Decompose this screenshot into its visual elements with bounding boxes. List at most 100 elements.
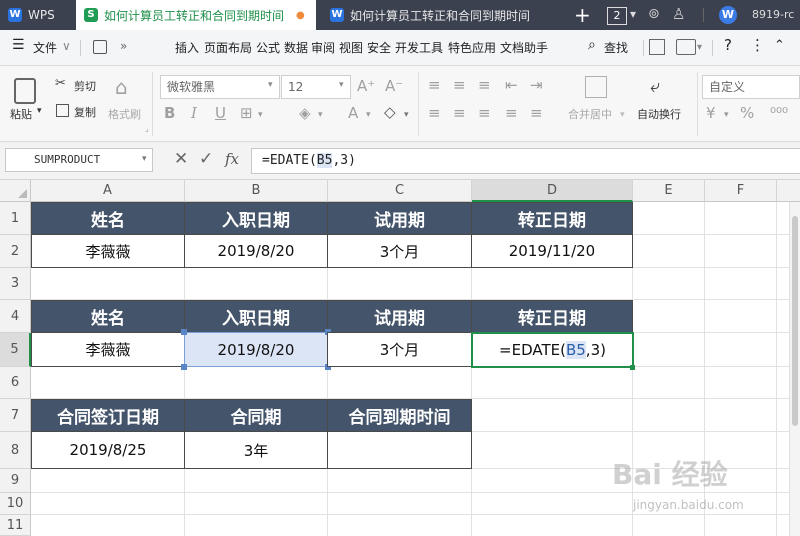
- table2-header-name[interactable]: 姓名: [31, 300, 185, 333]
- borders-icon[interactable]: ⊞: [240, 104, 253, 122]
- row-header-7[interactable]: 7: [0, 399, 31, 432]
- column-header-a[interactable]: A: [31, 180, 185, 202]
- paste-icon[interactable]: [14, 78, 36, 104]
- copy-icon[interactable]: [56, 104, 69, 117]
- copy-button[interactable]: 复制: [74, 104, 96, 120]
- dialog-launcher-icon[interactable]: ⌟: [145, 124, 149, 133]
- justify-icon[interactable]: ≡: [505, 104, 518, 122]
- chevron-down-icon[interactable]: ▾: [258, 110, 263, 120]
- insert-function-icon[interactable]: fx: [225, 150, 239, 168]
- column-header-b[interactable]: B: [185, 180, 328, 202]
- format-painter-button[interactable]: 格式刷: [108, 106, 141, 122]
- tab-data[interactable]: 数据: [284, 39, 308, 56]
- merge-center-icon[interactable]: [585, 76, 607, 98]
- cloud-icon[interactable]: ⊚: [648, 6, 660, 22]
- fill-color-icon[interactable]: ◈: [299, 104, 311, 122]
- chevron-down-icon[interactable]: ▾: [142, 154, 147, 164]
- search-icon[interactable]: ⌕: [588, 37, 596, 53]
- column-header-c[interactable]: C: [328, 180, 472, 202]
- column-header-g[interactable]: [777, 180, 800, 202]
- thousands-icon[interactable]: ⁰⁰⁰: [770, 104, 788, 122]
- wrap-text-icon[interactable]: ⤶: [650, 76, 660, 97]
- percent-icon[interactable]: %: [740, 104, 754, 122]
- row-header-3[interactable]: 3: [0, 268, 31, 300]
- select-all-corner[interactable]: [0, 180, 31, 202]
- ref-handle[interactable]: [181, 364, 187, 370]
- column-header-e[interactable]: E: [633, 180, 705, 202]
- fill-handle[interactable]: [630, 365, 635, 370]
- ref-handle[interactable]: [181, 329, 187, 335]
- table3-header-term[interactable]: 合同期: [184, 399, 328, 432]
- chevron-down-icon[interactable]: ▾: [37, 106, 42, 116]
- tab-document-2[interactable]: W 如何计算员工转正和合同到期时间: [322, 0, 562, 30]
- column-header-d[interactable]: D: [472, 180, 633, 202]
- table2-header-probation[interactable]: 试用期: [327, 300, 472, 333]
- underline-icon[interactable]: U: [215, 104, 226, 122]
- chevron-down-icon[interactable]: ∨: [62, 39, 71, 53]
- align-bottom-icon[interactable]: ≡: [478, 76, 491, 94]
- file-menu[interactable]: 文件: [33, 39, 57, 56]
- row-header-5[interactable]: 5: [0, 333, 31, 367]
- tab-developer[interactable]: 开发工具: [395, 39, 443, 56]
- merge-center-button[interactable]: 合并居中: [568, 106, 612, 122]
- row-header-8[interactable]: 8: [0, 432, 31, 469]
- cut-button[interactable]: 剪切: [74, 78, 96, 94]
- tab-page-layout[interactable]: 页面布局: [204, 39, 252, 56]
- skin-icon[interactable]: ♙: [672, 5, 685, 23]
- account-id[interactable]: 8919-rc: [752, 8, 794, 21]
- share-icon[interactable]: [649, 39, 665, 55]
- chevron-down-icon[interactable]: ▾: [339, 80, 344, 90]
- more-options-icon[interactable]: ⋮: [750, 36, 765, 54]
- bold-icon[interactable]: B: [164, 104, 175, 122]
- tab-features[interactable]: 特色应用: [448, 39, 496, 56]
- tab-document-active[interactable]: S 如何计算员工转正和合同到期时间 ●: [76, 0, 316, 30]
- align-middle-icon[interactable]: ≡: [453, 76, 466, 94]
- wrap-text-button[interactable]: 自动换行: [637, 106, 681, 122]
- decrease-font-icon[interactable]: A⁻: [385, 77, 403, 95]
- table2-header-regular-date[interactable]: 转正日期: [471, 300, 633, 333]
- font-name-combo[interactable]: 微软雅黑: [160, 75, 280, 99]
- tab-insert[interactable]: 插入: [175, 39, 199, 56]
- new-tab-icon[interactable]: +: [574, 3, 591, 27]
- align-top-icon[interactable]: ≡: [428, 76, 441, 94]
- table1-cell-name[interactable]: 李薇薇: [31, 234, 185, 268]
- confirm-icon[interactable]: ✓: [199, 149, 213, 169]
- collapse-ribbon-icon[interactable]: ⌃: [774, 38, 785, 53]
- column-header-f[interactable]: F: [705, 180, 777, 202]
- eraser-icon[interactable]: ◇: [384, 103, 396, 121]
- row-header-11[interactable]: 11: [0, 515, 31, 536]
- search-button[interactable]: 查找: [604, 39, 628, 56]
- table3-cell-sign-date[interactable]: 2019/8/25: [31, 431, 185, 469]
- more-chevron-icon[interactable]: »: [120, 39, 127, 53]
- tab-count-badge[interactable]: 2: [607, 7, 627, 25]
- save-icon[interactable]: [93, 40, 107, 54]
- scrollbar-thumb[interactable]: [792, 216, 798, 426]
- table1-header-hire-date[interactable]: 入职日期: [184, 202, 328, 235]
- table3-cell-term[interactable]: 3年: [184, 431, 328, 469]
- avatar[interactable]: W: [719, 6, 737, 24]
- font-color-icon[interactable]: A: [348, 104, 358, 122]
- name-box[interactable]: SUMPRODUCT ▾: [5, 148, 153, 172]
- currency-icon[interactable]: ¥: [706, 104, 716, 122]
- toolbar-options-icon[interactable]: [676, 39, 696, 55]
- chevron-down-icon[interactable]: ▾: [697, 42, 702, 53]
- italic-icon[interactable]: I: [191, 104, 197, 122]
- chevron-down-icon[interactable]: ▾: [724, 110, 729, 120]
- table2-header-hire-date[interactable]: 入职日期: [184, 300, 328, 333]
- table3-cell-expiry[interactable]: [327, 431, 472, 469]
- table2-cell-name[interactable]: 李薇薇: [31, 332, 185, 367]
- cancel-icon[interactable]: ✕: [174, 149, 188, 169]
- chevron-down-icon[interactable]: ▾: [318, 110, 323, 120]
- row-header-4[interactable]: 4: [0, 300, 31, 333]
- table1-cell-probation[interactable]: 3个月: [327, 234, 472, 268]
- table1-header-regular-date[interactable]: 转正日期: [471, 202, 633, 235]
- number-format-combo[interactable]: 自定义: [702, 75, 800, 99]
- format-painter-icon[interactable]: ⌂: [115, 75, 128, 99]
- scissors-icon[interactable]: ✂: [55, 76, 66, 91]
- table3-header-expiry[interactable]: 合同到期时间: [327, 399, 472, 432]
- increase-font-icon[interactable]: A⁺: [357, 77, 375, 95]
- chevron-down-icon[interactable]: ▾: [366, 110, 371, 120]
- formula-input[interactable]: =EDATE(B5,3): [251, 148, 800, 174]
- indent-increase-icon[interactable]: ⇥: [530, 76, 543, 94]
- row-header-1[interactable]: 1: [0, 202, 31, 235]
